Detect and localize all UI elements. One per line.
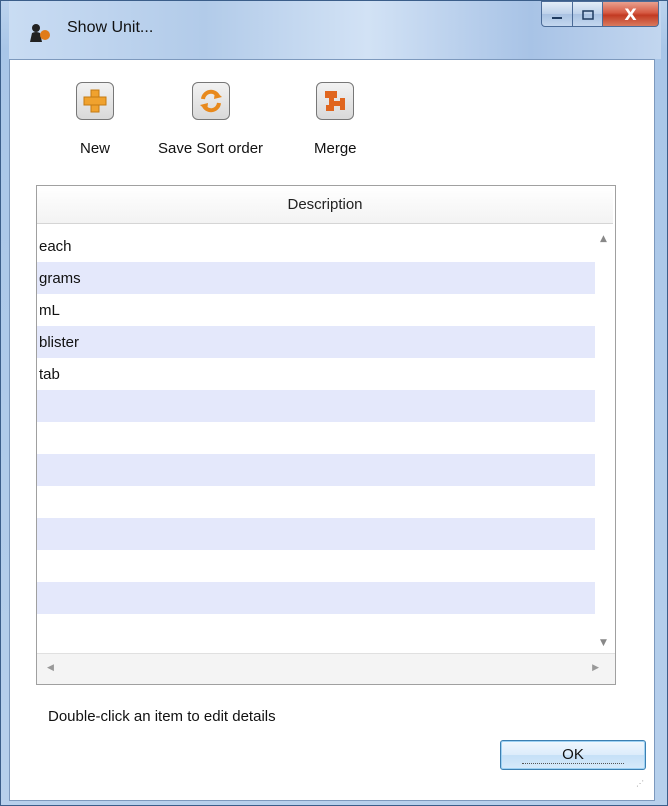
maximize-icon [581,5,594,24]
list-item[interactable] [37,582,615,614]
scroll-left-icon[interactable]: ◀ [47,663,54,673]
maximize-button[interactable] [573,1,603,27]
close-button[interactable]: X [603,1,659,27]
list-item[interactable]: blister [37,326,615,358]
refresh-icon [191,82,230,120]
close-icon: X [624,4,637,24]
list-item[interactable] [37,550,615,582]
scroll-right-icon[interactable]: ▶ [592,663,599,673]
column-header-description[interactable]: Description [37,186,613,224]
list-rows: each grams mL blister tab [37,230,615,646]
new-label: New [79,140,110,157]
list-item[interactable]: mL [37,294,615,326]
merge-icon [316,82,355,120]
new-button[interactable]: New [76,82,114,157]
horizontal-scrollbar[interactable]: ◀ ▶ [37,653,615,684]
save-sort-order-button[interactable]: Save Sort order [158,82,263,157]
resize-grip-icon[interactable]: ⋰ [636,780,648,794]
column-header-label: Description [287,196,363,213]
list-item[interactable] [37,422,615,454]
window-title: Show Unit... [67,19,154,36]
minimize-icon [551,5,563,24]
list-item[interactable] [37,390,615,422]
scroll-up-icon[interactable]: ▲ [600,234,607,244]
list-item[interactable] [37,486,615,518]
merge-label: Merge [314,140,357,157]
list-item[interactable]: grams [37,262,615,294]
user-icon [29,23,51,43]
minimize-button[interactable] [541,1,573,27]
ok-label: OK [522,746,624,764]
merge-button[interactable]: Merge [314,82,357,157]
window-frame: Show Unit... X New Save Sort order Merge… [0,0,668,806]
list-item[interactable]: each [37,230,615,262]
list-item[interactable]: tab [37,358,615,390]
ok-button[interactable]: OK [500,740,646,770]
scroll-down-icon[interactable]: ▼ [600,638,607,648]
plus-icon [76,82,114,120]
save-sort-order-label: Save Sort order [158,140,264,157]
list-item[interactable] [37,454,615,486]
list-item[interactable] [37,614,615,646]
unit-list[interactable]: Description each grams mL blister tab ▲ … [36,185,616,685]
list-item[interactable] [37,518,615,550]
hint-text: Double-click an item to edit details [48,708,276,725]
vertical-scrollbar[interactable]: ▲ ▼ [595,230,615,652]
caption-buttons: X [541,1,659,27]
dialog-body: New Save Sort order Merge Description ea… [9,59,655,801]
